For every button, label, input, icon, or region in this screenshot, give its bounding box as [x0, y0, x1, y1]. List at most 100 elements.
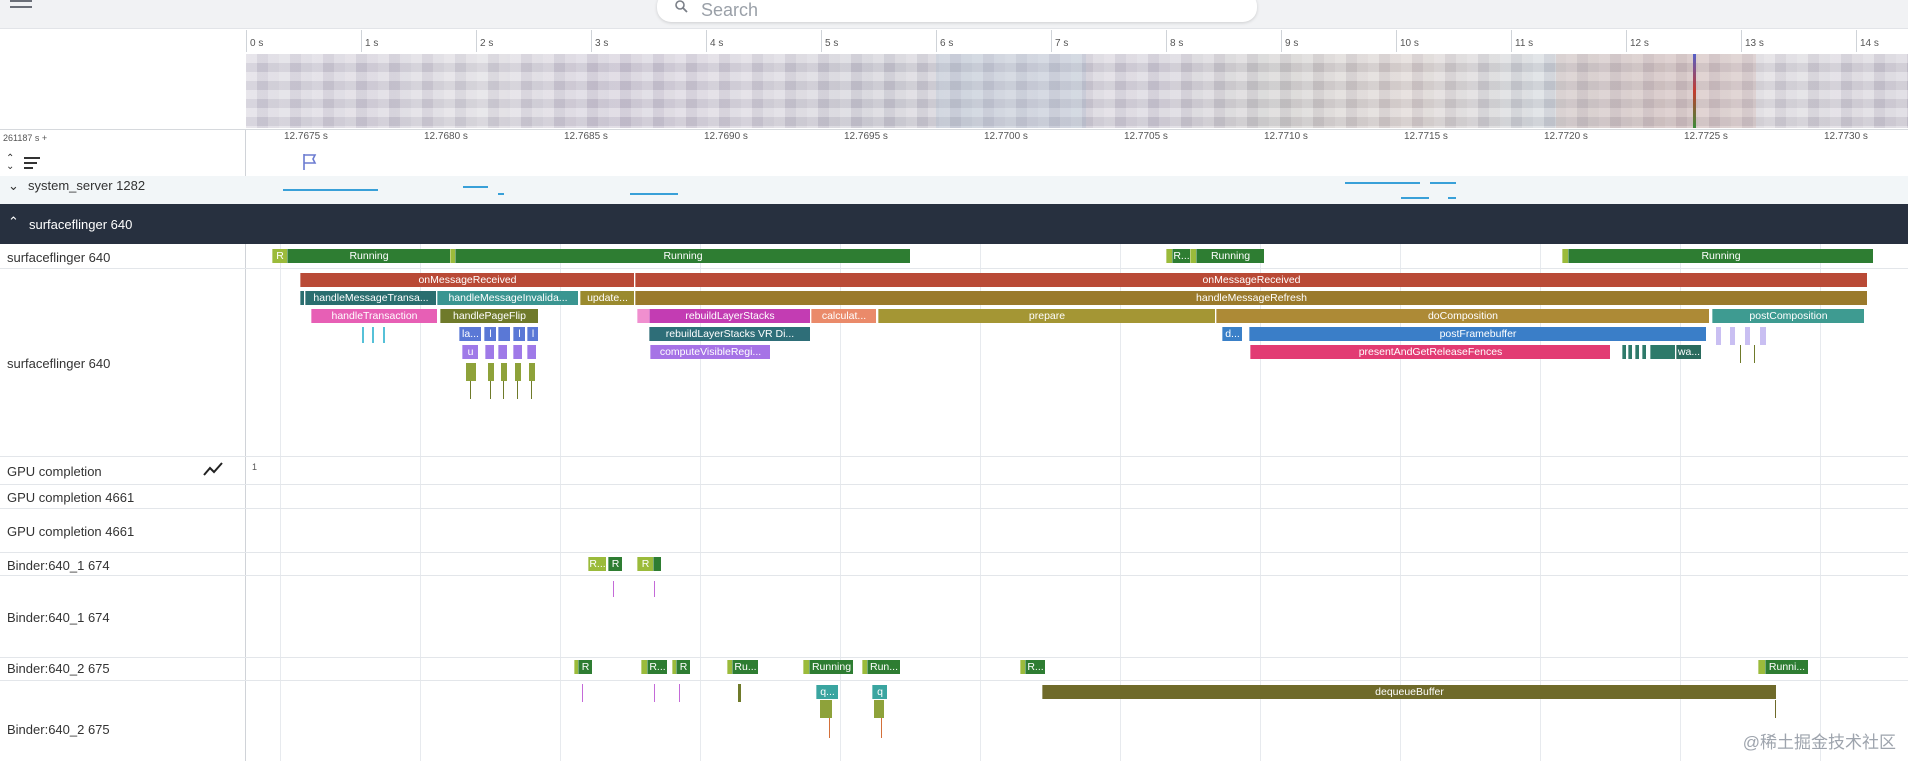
trace-slice[interactable]: prepare — [878, 309, 1215, 323]
overview-tick: 4 s — [710, 38, 724, 49]
detail-tick: 12.7715 s — [1404, 131, 1448, 142]
detail-tick: 12.7685 s — [564, 131, 608, 142]
menu-icon[interactable] — [10, 0, 32, 14]
line-chart-icon[interactable] — [203, 461, 223, 477]
process-header-label: surfaceflinger 640 — [29, 217, 133, 232]
track-system-server[interactable]: ⌄ system_server 1282 — [0, 176, 1908, 204]
trace-slice[interactable]: l — [484, 327, 496, 341]
trace-slice[interactable]: q... — [816, 685, 838, 699]
thread-state-slice[interactable] — [653, 557, 661, 571]
detail-tick: 12.7675 s — [284, 131, 328, 142]
thread-state-slice[interactable]: R — [637, 557, 653, 571]
process-header-surfaceflinger[interactable]: ⌃ surfaceflinger 640 — [0, 204, 1908, 244]
trace-slice[interactable] — [300, 291, 304, 305]
trace-slice[interactable]: calculat... — [811, 309, 876, 323]
thread-state-slice[interactable]: R — [676, 660, 690, 674]
thread-state-slice[interactable]: Runni... — [1765, 660, 1808, 674]
trace-slice[interactable]: l — [513, 327, 525, 341]
collapse-all-icon[interactable]: ⌃ ⌄ — [6, 154, 16, 172]
trace-slice[interactable] — [1635, 345, 1639, 359]
trace-slice[interactable]: l — [527, 327, 538, 341]
overview-tick: 7 s — [1055, 38, 1069, 49]
trace-slice[interactable]: handlePageFlip — [440, 309, 538, 323]
trace-slice[interactable] — [1650, 345, 1675, 359]
thread-state-slice[interactable]: R... — [1172, 249, 1190, 263]
trace-slice[interactable]: handleMessageRefresh — [635, 291, 1867, 305]
trace-slice[interactable]: handleMessageInvalida... — [437, 291, 578, 305]
trace-slice[interactable] — [637, 309, 649, 323]
trace-slice[interactable]: handleTransaction — [311, 309, 437, 323]
flag-icon[interactable] — [301, 152, 319, 172]
overview-tick: 3 s — [595, 38, 609, 49]
track-label: system_server 1282 — [28, 178, 146, 193]
track-label: GPU completion 4661 — [7, 490, 135, 505]
overview-tick: 13 s — [1745, 38, 1764, 49]
search-input[interactable]: Search — [701, 0, 758, 21]
thread-state-slice[interactable]: R — [608, 557, 622, 571]
time-offset-label: 261187 s + — [3, 133, 48, 143]
trace-slice[interactable]: u — [462, 345, 478, 359]
overview-tick: 2 s — [480, 38, 494, 49]
detail-tick: 12.7680 s — [424, 131, 468, 142]
trace-slice[interactable]: postFramebuffer — [1249, 327, 1706, 341]
trace-slice[interactable]: rebuildLayerStacks VR Di... — [649, 327, 810, 341]
chevron-down-icon[interactable]: ⌄ — [8, 178, 19, 194]
overview-tick: 8 s — [1170, 38, 1184, 49]
overview-tick: 5 s — [825, 38, 839, 49]
overview-tick: 6 s — [940, 38, 954, 49]
trace-slice[interactable]: dequeueBuffer — [1042, 685, 1776, 699]
thread-state-slice[interactable]: Running — [455, 249, 910, 263]
thread-state-slice[interactable] — [1758, 660, 1765, 674]
trace-slice[interactable] — [513, 345, 522, 359]
track-label: GPU completion — [7, 464, 102, 479]
thread-state-slice[interactable]: R — [578, 660, 592, 674]
overview-axis: 0 s 1 s 2 s 3 s 4 s 5 s 6 s 7 s 8 s 9 s … — [246, 30, 1908, 52]
trace-slice[interactable]: computeVisibleRegi... — [650, 345, 770, 359]
detail-tick: 12.7690 s — [704, 131, 748, 142]
overview-timeline[interactable] — [246, 54, 1908, 128]
thread-state-slice[interactable]: R... — [1025, 660, 1045, 674]
trace-slice[interactable] — [1622, 345, 1626, 359]
trace-slice[interactable]: onMessageReceived — [635, 273, 1867, 287]
thread-state-slice[interactable]: Running — [1568, 249, 1873, 263]
trace-slice[interactable] — [498, 327, 510, 341]
trace-slice[interactable] — [1642, 345, 1646, 359]
trace-slice[interactable]: rebuildLayerStacks — [649, 309, 810, 323]
thread-state-slice[interactable]: R — [272, 249, 287, 263]
overview-tick: 12 s — [1630, 38, 1649, 49]
trace-slice[interactable]: q — [872, 685, 887, 699]
detail-axis: 12.7675 s 12.7680 s 12.7685 s 12.7690 s … — [246, 130, 1908, 178]
trace-slice[interactable]: handleMessageTransa... — [305, 291, 436, 305]
top-bar: Search — [0, 0, 1908, 29]
trace-slice[interactable]: d... — [1222, 327, 1242, 341]
watermark: @稀土掘金技术社区 — [1742, 733, 1896, 752]
track-label: surfaceflinger 640 — [7, 356, 111, 371]
trace-slice[interactable]: doComposition — [1216, 309, 1709, 323]
thread-state-slice[interactable]: Run... — [867, 660, 900, 674]
trace-slice[interactable]: la... — [459, 327, 481, 341]
thread-state-slice[interactable]: Ru... — [732, 660, 758, 674]
track-label: Binder:640_1 674 — [7, 610, 110, 625]
track-label: surfaceflinger 640 — [7, 250, 111, 265]
trace-slice[interactable] — [1628, 345, 1632, 359]
chevron-up-icon[interactable]: ⌃ — [8, 214, 19, 230]
search-box[interactable]: Search — [657, 0, 1257, 22]
thread-state-slice[interactable]: R... — [588, 557, 606, 571]
thread-state-slice[interactable]: Running — [1196, 249, 1264, 263]
trace-slice[interactable]: wa... — [1676, 345, 1701, 359]
thread-state-slice[interactable]: Running — [287, 249, 450, 263]
trace-slice[interactable] — [498, 345, 507, 359]
trace-slice[interactable]: onMessageReceived — [300, 273, 634, 287]
thread-state-slice[interactable]: R... — [647, 660, 667, 674]
trace-slice[interactable] — [527, 345, 536, 359]
trace-slice[interactable]: postComposition — [1712, 309, 1864, 323]
overview-tick: 9 s — [1285, 38, 1299, 49]
detail-tick: 12.7730 s — [1824, 131, 1868, 142]
trace-slice[interactable]: update... — [580, 291, 634, 305]
trace-slice[interactable] — [485, 345, 494, 359]
track-label: GPU completion 4661 — [7, 524, 135, 539]
trace-slice[interactable]: presentAndGetReleaseFences — [1250, 345, 1610, 359]
detail-tick: 12.7695 s — [844, 131, 888, 142]
thread-state-slice[interactable]: Running — [809, 660, 853, 674]
sort-icon[interactable] — [24, 157, 40, 169]
